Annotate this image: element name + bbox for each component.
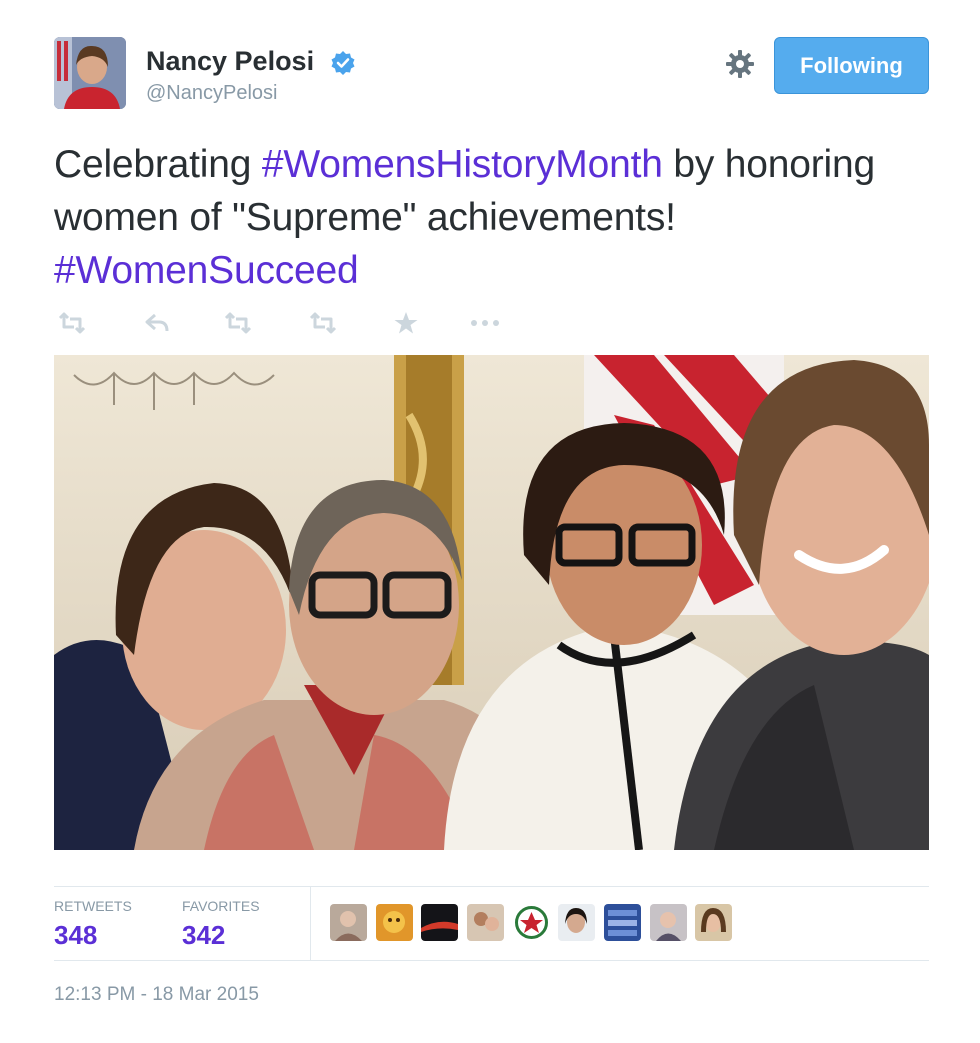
favoriter-avatar[interactable]: [421, 904, 458, 941]
favoriter-avatar[interactable]: [376, 904, 413, 941]
divider: [54, 886, 929, 887]
retweet-icon[interactable]: [220, 306, 256, 340]
favoriter-avatar[interactable]: [467, 904, 504, 941]
favoriter-avatar[interactable]: [513, 904, 550, 941]
retweets-label: RETWEETS: [54, 898, 132, 914]
following-button[interactable]: Following: [774, 37, 929, 94]
favorite-icon[interactable]: [388, 306, 424, 340]
favorites-count: 342: [182, 920, 226, 950]
tweet-text-part: Celebrating: [54, 143, 262, 186]
divider: [54, 960, 929, 961]
favorites-stat[interactable]: FAVORITES 342: [182, 898, 260, 951]
favoriter-avatar[interactable]: [330, 904, 367, 941]
more-icon[interactable]: [467, 306, 503, 340]
hashtag-link[interactable]: #WomensHistoryMonth: [262, 143, 663, 186]
author-handle[interactable]: @NancyPelosi: [146, 82, 277, 105]
divider: [310, 886, 311, 960]
reply-icon[interactable]: [139, 306, 175, 340]
author-avatar[interactable]: [54, 37, 126, 109]
retweet-icon[interactable]: [54, 306, 90, 340]
retweets-count: 348: [54, 920, 98, 950]
gear-icon[interactable]: [724, 48, 756, 80]
author-name[interactable]: Nancy Pelosi: [146, 46, 314, 77]
tweet-timestamp[interactable]: 12:13 PM - 18 Mar 2015: [54, 984, 259, 1006]
tweet-photo[interactable]: [54, 355, 929, 850]
favoriter-avatar[interactable]: [650, 904, 687, 941]
tweet-text: Celebrating #WomensHistoryMonth by honor…: [54, 138, 924, 297]
hashtag-link[interactable]: #WomenSucceed: [54, 249, 359, 292]
tweet-card: Nancy Pelosi @NancyPelosi Following Cele…: [0, 0, 980, 1043]
retweets-stat[interactable]: RETWEETS 348: [54, 898, 132, 951]
retweet-icon[interactable]: [305, 306, 341, 340]
verified-badge-icon: [331, 51, 355, 75]
favoriter-avatar[interactable]: [558, 904, 595, 941]
favoriter-avatar[interactable]: [604, 904, 641, 941]
favoriter-avatar[interactable]: [695, 904, 732, 941]
favorites-label: FAVORITES: [182, 898, 260, 914]
